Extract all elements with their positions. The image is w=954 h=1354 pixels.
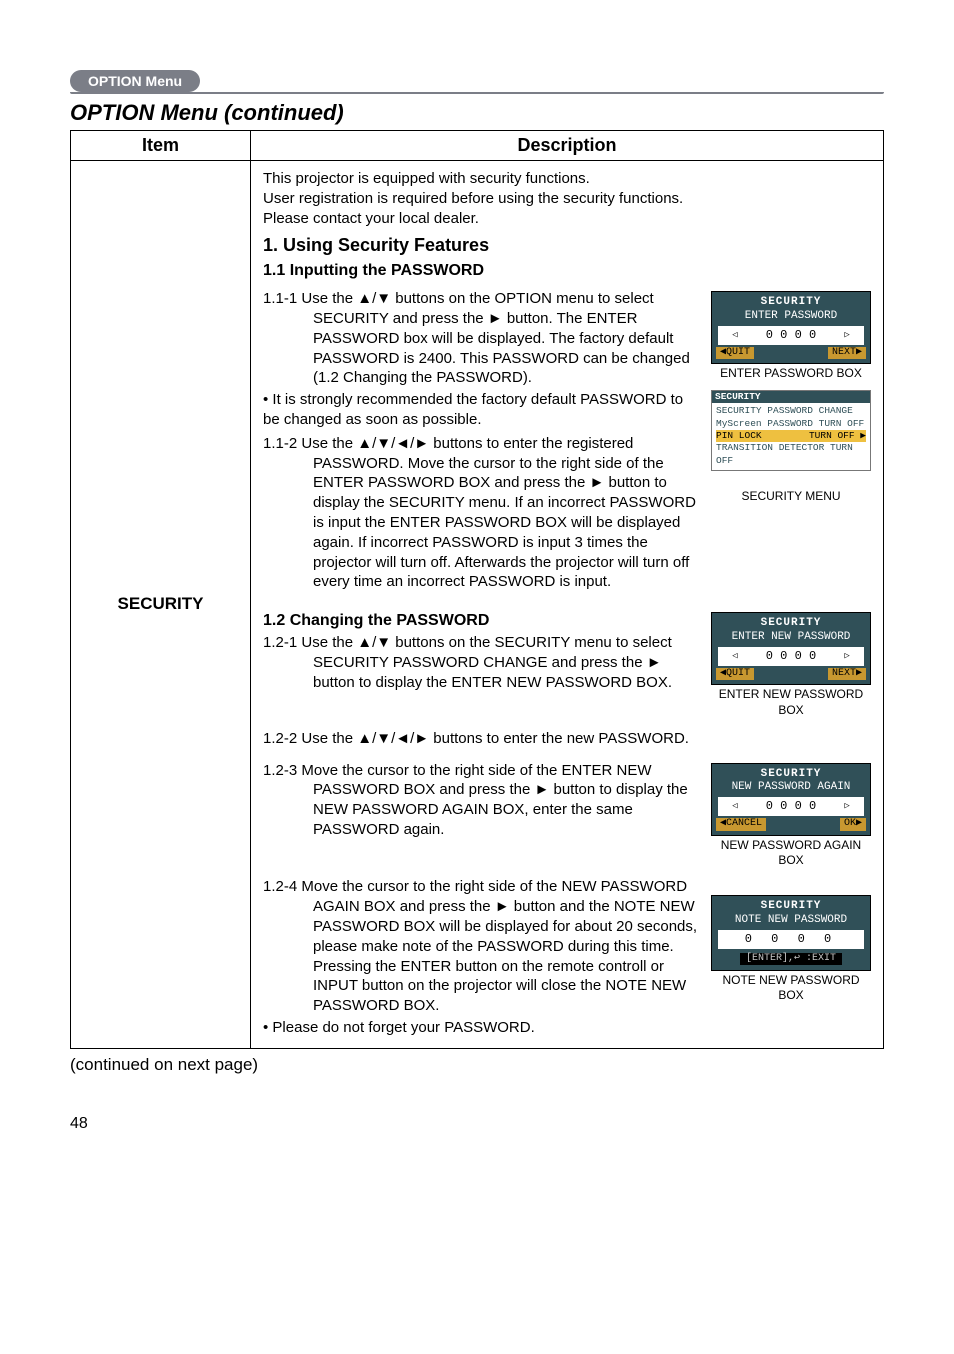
osd-caption: ENTER NEW PASSWORD BOX [711,687,871,719]
osd-subtitle: NOTE NEW PASSWORD [716,914,866,928]
osd-nav-left: ◀QUIT [716,668,754,681]
step-1-2-1: 1.2-1 Use the ▲/▼ buttons on the SECURIT… [263,633,699,692]
page-number: 48 [70,1115,884,1133]
col-item-header: Item [71,131,251,161]
osd-nav-right: NEXT▶ [828,668,866,681]
osd-caption: NEW PASSWORD AGAIN BOX [711,838,871,870]
osd-digits: 0 0 0 0 [718,326,864,345]
option-table: Item Description SECURITY This projector… [70,130,884,1049]
osd-title: SECURITY [716,296,866,310]
item-name-cell: SECURITY [71,161,251,1049]
section-1-1-title: 1.1 Inputting the PASSWORD [263,260,871,281]
osd-enter-password: SECURITY ENTER PASSWORD 0 0 0 0 ◀QUIT NEX… [711,291,871,364]
osd-note-password: SECURITY NOTE NEW PASSWORD 0 0 0 0 [ENTE… [711,895,871,970]
osd2-header: SECURITY [712,391,870,403]
osd-digits: 0 0 0 0 [718,930,864,949]
osd-digits: 0 0 0 0 [718,647,864,666]
step-1-1-2: 1.1-2 Use the ▲/▼/◄/► buttons to enter t… [263,434,699,592]
osd-nav-left: ◀CANCEL [716,818,766,831]
osd2-line3b: TURN OFF ▶ [809,430,866,442]
osd-caption: NOTE NEW PASSWORD BOX [711,973,871,1005]
item-name: SECURITY [118,594,204,613]
osd-nav-left: ◀QUIT [716,347,754,360]
section-1-title: 1. Using Security Features [263,234,871,258]
continued-note: (continued on next page) [70,1055,884,1075]
osd-nav-right: NEXT▶ [828,347,866,360]
osd-digits: 0 0 0 0 [718,797,864,816]
osd-title: SECURITY [716,617,866,631]
osd-security-menu: SECURITY SECURITY PASSWORD CHANGE MyScre… [711,390,871,471]
osd2-line3a: PIN LOCK [716,430,762,442]
osd-subtitle: NEW PASSWORD AGAIN [716,781,866,795]
menu-tab-bar: OPTION Menu [70,70,884,94]
menu-tab-label: OPTION Menu [70,70,200,92]
step-1-2-4: 1.2-4 Move the cursor to the right side … [263,877,699,1016]
osd2-caption: SECURITY MENU [711,489,871,505]
step-1-2-4-note: • Please do not forget your PASSWORD. [263,1018,699,1038]
osd-subtitle: ENTER NEW PASSWORD [716,631,866,645]
osd-password-again: SECURITY NEW PASSWORD AGAIN 0 0 0 0 ◀CAN… [711,763,871,836]
osd-caption: ENTER PASSWORD BOX [711,366,871,382]
osd2-line2: MyScreen PASSWORD TURN OFF [716,418,866,430]
step-1-2-2: 1.2-2 Use the ▲/▼/◄/► buttons to enter t… [263,729,871,749]
intro-text: This projector is equipped with security… [263,169,871,228]
step-1-1-1-note: • It is strongly recommended the factory… [263,390,699,430]
col-desc-header: Description [251,131,884,161]
page-title: OPTION Menu (continued) [70,100,884,126]
osd-title: SECURITY [716,768,866,782]
osd2-line4: TRANSITION DETECTOR TURN OFF [716,442,866,467]
osd2-line1: SECURITY PASSWORD CHANGE [716,405,866,417]
step-1-2-3: 1.2-3 Move the cursor to the right side … [263,761,699,840]
osd-subtitle: ENTER PASSWORD [716,310,866,324]
osd-nav-right: OK▶ [840,818,866,831]
section-1-2-title: 1.2 Changing the PASSWORD [263,610,699,631]
description-cell: This projector is equipped with security… [251,161,884,1049]
osd-enter-new-password: SECURITY ENTER NEW PASSWORD 0 0 0 0 ◀QUI… [711,612,871,685]
step-1-1-1: 1.1-1 Use the ▲/▼ buttons on the OPTION … [263,289,699,388]
osd-title: SECURITY [716,900,866,914]
osd-exit-button: [ENTER],↩ :EXIT [740,953,842,966]
